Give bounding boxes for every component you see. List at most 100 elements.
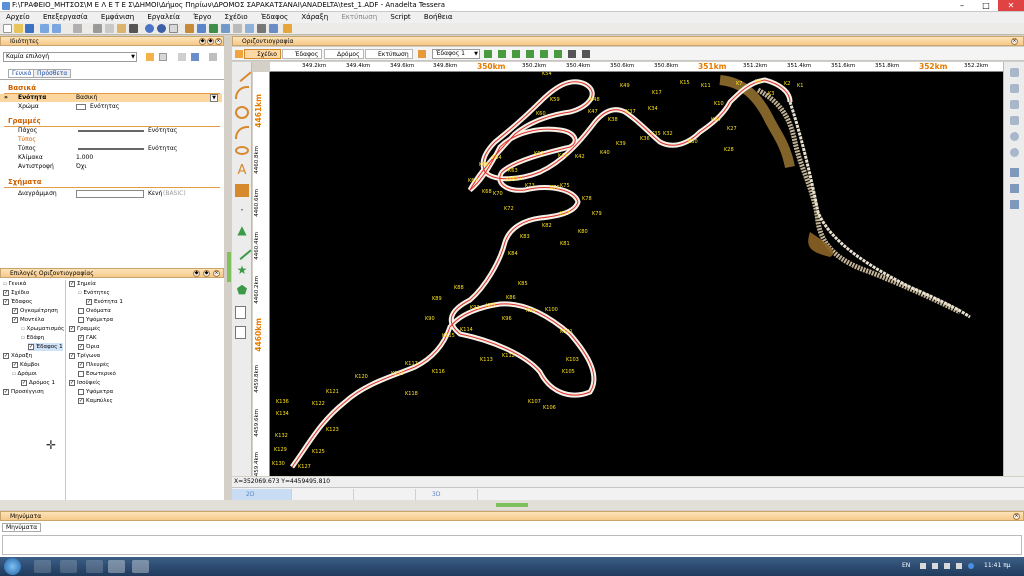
layer-item[interactable]: ▫ Εδάφη (21, 334, 44, 342)
layer-item[interactable]: ✓ Τρίγωνα (69, 352, 100, 360)
tray-icon[interactable] (920, 563, 926, 569)
prop-hatch-row[interactable]: Διαγράμμιση Κενή (BASIC) (0, 190, 222, 198)
prop-type-row[interactable]: Τύπος Ενότητας (0, 145, 222, 153)
ground-select[interactable]: Έδαφος 1 ▼ (432, 49, 480, 59)
binoculars-icon[interactable] (568, 50, 576, 58)
panel-pin-icon[interactable]: ◆ (199, 38, 206, 45)
tab-3d[interactable]: 3D (418, 489, 478, 500)
align-tool-icon[interactable] (1010, 184, 1019, 193)
curve-tool-icon[interactable] (235, 126, 249, 139)
media-icon[interactable] (60, 560, 77, 573)
tab-messages[interactable]: Μηνύματα (2, 523, 42, 532)
layer-item[interactable]: ✓ Όρια (78, 343, 99, 351)
menu-view[interactable]: Εμφάνιση (95, 12, 139, 21)
tab-general[interactable]: Γενικά (8, 69, 36, 78)
tab-ground[interactable]: Έδαφος (282, 49, 323, 59)
prop-scale-row[interactable]: Κλίμακα 1.000 (0, 154, 222, 162)
panel-pin-icon[interactable]: ◆ (193, 270, 200, 277)
panel-close-icon[interactable]: × (1013, 513, 1020, 520)
layer-item[interactable]: ✓ Πλευρές (78, 361, 109, 369)
minimize-button[interactable]: – (950, 0, 974, 11)
ellipse-tool-icon[interactable] (235, 146, 249, 155)
layer-item[interactable]: ✓ Προσέγγιση (3, 388, 44, 396)
menu-print[interactable]: Εκτύπωση (335, 12, 382, 21)
layer-item[interactable]: ✓ Έδαφος (3, 298, 32, 306)
layer-item[interactable]: ✓ Έδαφος 1 (28, 343, 63, 351)
splitter-grip[interactable] (227, 252, 231, 282)
menu-project[interactable]: Έργο (187, 12, 216, 21)
layer-item[interactable]: ✓ Σημεία (69, 280, 96, 288)
maximize-button[interactable]: □ (974, 0, 998, 11)
app-icon[interactable] (108, 560, 125, 573)
new-file-icon[interactable] (3, 24, 12, 33)
terrain-tool-icon[interactable] (526, 50, 534, 58)
select-icon[interactable] (245, 24, 254, 33)
clock[interactable]: 11:41 πμ (984, 562, 1011, 569)
view-mode-icon[interactable] (235, 50, 243, 58)
panel-float-icon[interactable]: ◆ (207, 38, 214, 45)
refresh-icon[interactable] (157, 24, 166, 33)
triangle-tool-icon[interactable]: ▲ (235, 224, 249, 237)
binoculars-icon[interactable] (582, 50, 590, 58)
panel-float-icon[interactable]: ◆ (203, 270, 210, 277)
network-icon[interactable] (944, 563, 950, 569)
splitter-grip[interactable] (496, 503, 528, 507)
menu-help[interactable]: Βοήθεια (418, 12, 458, 21)
copy-icon[interactable] (105, 24, 114, 33)
redo-icon[interactable] (52, 24, 61, 33)
align-tool-icon[interactable] (1010, 168, 1019, 177)
messages-log[interactable] (2, 535, 1022, 555)
plan-canvas[interactable]: K1 K2 K3 K6 K7 K10 K11 K15 K17 K24 K27 K… (270, 72, 1003, 476)
layer-item[interactable]: Υψόμετρα (78, 316, 113, 324)
layer-item[interactable]: ✓ Σχέδιο (3, 289, 29, 297)
terrain-tool-icon[interactable] (484, 50, 492, 58)
cut-icon[interactable] (93, 24, 102, 33)
layer-item[interactable]: ▫ Γενικά (3, 280, 26, 288)
arc-tool-icon[interactable] (235, 86, 249, 99)
layer-item[interactable]: ▫ Ενότητες (78, 289, 110, 297)
layer-item[interactable]: ✓ ΓΑΚ (78, 334, 96, 342)
prop-color-row[interactable]: Χρώμα Ενότητας (0, 103, 222, 111)
close-button[interactable]: ✕ (998, 0, 1024, 11)
tab-additional[interactable]: Πρόσθετα (33, 69, 72, 78)
align-tool-icon[interactable] (1010, 200, 1019, 209)
list-icon[interactable] (178, 53, 186, 61)
paste-icon[interactable] (117, 24, 126, 33)
tray-icon[interactable] (932, 563, 938, 569)
horizontal-splitter[interactable] (0, 500, 1024, 510)
app-icon[interactable] (86, 560, 103, 573)
menu-script[interactable]: Script (384, 12, 415, 21)
menu-ground[interactable]: Έδαφος (255, 12, 293, 21)
zoom-icon[interactable] (145, 24, 154, 33)
pan-icon[interactable] (257, 24, 266, 33)
layer-item[interactable]: ▫ Δρόμοι (12, 370, 37, 378)
chevron-down-icon[interactable]: ▼ (210, 94, 218, 102)
rectangle-tool-icon[interactable] (235, 184, 249, 197)
menu-alignment[interactable]: Χάραξη (295, 12, 333, 21)
print-icon[interactable] (269, 24, 278, 33)
sort-icon[interactable] (191, 53, 199, 61)
view-tool-icon[interactable] (1010, 84, 1019, 93)
point-tool-icon[interactable]: · (235, 204, 249, 217)
pencil-icon[interactable] (185, 24, 194, 33)
view-tool-icon[interactable] (1010, 68, 1019, 77)
layer-item[interactable]: ✓ Χάραξη (3, 352, 32, 360)
polyline-tool-icon[interactable] (232, 241, 252, 260)
filter-icon[interactable] (146, 53, 154, 61)
tab-longitudinal[interactable] (294, 489, 354, 500)
options-icon[interactable] (209, 53, 217, 61)
tessera-icon[interactable] (132, 560, 149, 573)
language-indicator[interactable]: EN (902, 562, 910, 569)
prop-thickness-row[interactable]: Πάχος Ενότητας (0, 127, 222, 135)
explorer-icon[interactable] (34, 560, 51, 573)
wand-icon[interactable] (283, 24, 292, 33)
settings-icon[interactable] (1010, 132, 1019, 141)
line-tool-icon[interactable] (232, 63, 252, 82)
layers-icon[interactable] (209, 24, 218, 33)
layer-item[interactable]: ✓ Κάμβοι (12, 361, 39, 369)
bluetooth-icon[interactable] (968, 563, 974, 569)
prop-reverse-row[interactable]: Αντιστροφή Όχι (0, 163, 222, 171)
tab-2d[interactable]: 2D (232, 489, 292, 500)
delete-icon[interactable] (129, 24, 138, 33)
layer-item[interactable]: Υψόμετρα (78, 388, 113, 396)
